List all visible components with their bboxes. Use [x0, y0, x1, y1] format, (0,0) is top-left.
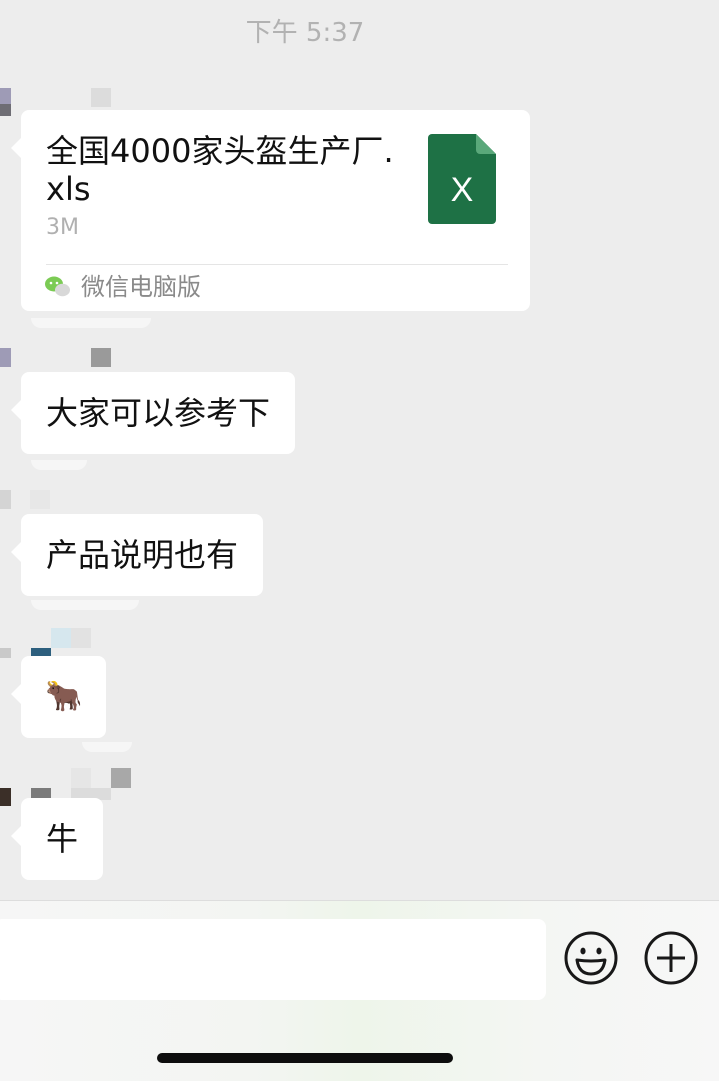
blurred-name	[71, 768, 91, 788]
plus-icon[interactable]	[643, 930, 699, 986]
message-bubble[interactable]: 大家可以参考下	[10, 372, 296, 454]
file-source: 微信电脑版	[45, 272, 201, 302]
blurred-avatar	[0, 648, 11, 658]
blurred-name	[111, 768, 131, 788]
file-source-label: 微信电脑版	[81, 273, 201, 301]
message-bubble[interactable]: 牛	[10, 798, 104, 880]
bubble-shadow	[31, 600, 139, 610]
message-text: 大家可以参考下	[46, 394, 271, 432]
blurred-avatar	[0, 490, 11, 509]
message-input[interactable]	[0, 919, 546, 1000]
blurred-avatar	[0, 788, 11, 806]
home-indicator	[157, 1053, 453, 1063]
blurred-name	[71, 628, 91, 648]
excel-file-icon: X	[428, 134, 496, 224]
message-timestamp: 下午 5:37	[245, 18, 365, 48]
blurred-name	[91, 88, 111, 107]
message-bubble[interactable]: 产品说明也有	[10, 514, 264, 596]
emoji-icon[interactable]	[563, 930, 619, 986]
blurred-name	[51, 628, 71, 648]
card-divider	[46, 264, 508, 265]
message-text: 牛	[46, 820, 79, 858]
blurred-name	[91, 348, 111, 367]
message-text: 产品说明也有	[46, 536, 239, 574]
blurred-avatar	[0, 348, 11, 367]
message-bubble[interactable]: 🐂	[10, 656, 107, 738]
input-toolbar	[0, 900, 719, 1081]
message-text: 🐂	[45, 679, 83, 714]
bubble-shadow	[31, 460, 87, 470]
svg-text:X: X	[451, 171, 474, 209]
blurred-name	[30, 490, 50, 509]
bubble-shadow	[31, 318, 151, 328]
wechat-icon	[45, 276, 70, 297]
file-message-card[interactable]: 全国4000家头盔生产厂.xls 3M X 微信电脑版	[11, 110, 530, 311]
file-name: 全国4000家头盔生产厂.xls	[46, 132, 394, 208]
blurred-avatar	[0, 104, 11, 116]
bubble-shadow	[82, 742, 132, 752]
file-size: 3M	[46, 215, 79, 240]
